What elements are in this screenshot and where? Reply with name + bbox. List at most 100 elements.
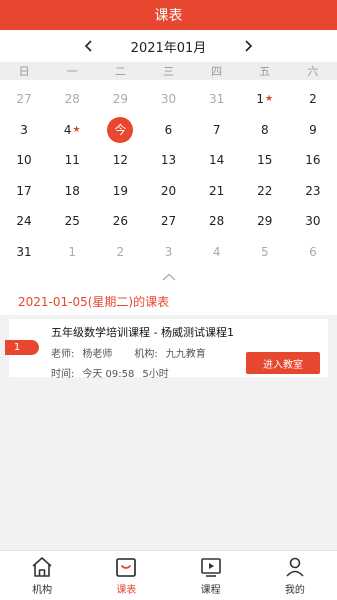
weekday-label: 三 — [162, 65, 174, 78]
has-course-star-icon: ★ — [265, 94, 274, 105]
bottom-tab-bar: 机构 课表 课程 我的 — [0, 550, 337, 600]
calendar-day[interactable]: 13 — [144, 145, 192, 176]
calendar-day[interactable]: 19 — [96, 176, 144, 207]
enter-classroom-button[interactable]: 进入教室 — [246, 352, 320, 374]
calendar-day-number: 16 — [305, 153, 321, 168]
calendar-day-number: 20 — [160, 183, 177, 198]
calendar-day-number: 6 — [164, 122, 173, 137]
calendar-day-number: 18 — [64, 183, 80, 198]
calendar-day[interactable]: 23 — [289, 176, 337, 207]
prev-month-button[interactable] — [77, 34, 101, 58]
calendar-day-number: 31 — [208, 92, 225, 107]
calendar-day-number: 29 — [112, 92, 128, 107]
calendar-day[interactable]: 15 — [241, 145, 289, 176]
calendar-day[interactable]: 9 — [289, 115, 337, 146]
calendar-day[interactable]: 22 — [241, 176, 289, 207]
calendar-day[interactable]: 3 — [144, 237, 192, 268]
next-month-button[interactable] — [236, 34, 260, 58]
user-icon — [286, 557, 304, 577]
chevron-up-icon — [162, 273, 175, 281]
calendar-day[interactable]: 1 — [48, 237, 96, 268]
weekday-label: 日 — [18, 65, 30, 78]
page-title: 课表 — [154, 8, 183, 24]
tab-label: 课表 — [116, 585, 137, 596]
calendar-day[interactable]: 31 — [193, 84, 241, 115]
calendar-day[interactable]: 4 ★ — [48, 115, 96, 146]
calendar-day-number: 26 — [112, 214, 128, 229]
calendar-icon — [116, 558, 137, 577]
calendar-day-number: 27 — [160, 214, 177, 229]
calendar-day[interactable]: 12 — [96, 145, 144, 176]
calendar-day[interactable]: 6 — [289, 237, 337, 268]
calendar-day-number: 27 — [16, 92, 32, 107]
calendar-day-number: 31 — [16, 244, 32, 259]
calendar-day[interactable]: 18 — [48, 176, 96, 207]
calendar-day[interactable]: 6 — [144, 115, 192, 146]
calendar-day-number: 19 — [112, 183, 128, 198]
tab-courses[interactable]: 课程 — [169, 551, 253, 600]
home-icon — [32, 557, 52, 577]
course-index-badge: 1 — [5, 340, 39, 355]
calendar-day[interactable]: 20 — [144, 176, 192, 207]
tab-label: 机构 — [32, 585, 53, 596]
calendar-day[interactable]: 2 — [96, 237, 144, 268]
calendar-day-number: 23 — [305, 183, 321, 198]
calendar-day-number: 1 — [256, 92, 265, 107]
calendar-day-number: 21 — [208, 183, 225, 198]
org-name: 九九教育 — [165, 349, 206, 360]
weekday-label: 六 — [307, 65, 319, 78]
calendar-day[interactable]: 26 — [96, 206, 144, 237]
calendar-day[interactable]: 25 — [48, 206, 96, 237]
course-title: 五年级数学培训课程 - 杨威测试课程1 — [51, 326, 234, 339]
calendar-day[interactable]: 17 — [0, 176, 48, 207]
course-card[interactable]: 1 五年级数学培训课程 - 杨威测试课程1 老师: 杨老师 机构: 九九教育 时间:… — [5, 319, 328, 380]
calendar-day[interactable]: 28 — [48, 84, 96, 115]
course-index: 1 — [13, 342, 21, 353]
calendar-day[interactable]: 8 — [241, 115, 289, 146]
calendar-day[interactable]: 29 — [96, 84, 144, 115]
teacher-label: 老师: — [51, 349, 75, 360]
calendar-day[interactable]: 30 — [144, 84, 192, 115]
calendar-day-number: 13 — [160, 153, 177, 168]
weekday-header: 日 一 二 三 四 五 六 — [0, 62, 337, 80]
calendar-day-number: 15 — [257, 153, 273, 168]
calendar-day-number: 3 — [20, 122, 28, 137]
calendar-day[interactable]: 4 — [193, 237, 241, 268]
tab-label: 我的 — [284, 585, 305, 596]
calendar-day-number: 28 — [64, 92, 80, 107]
calendar-day[interactable]: 29 — [241, 206, 289, 237]
calendar-day[interactable]: 7 — [193, 115, 241, 146]
calendar-day[interactable]: 24 — [0, 206, 48, 237]
weekday-label: 四 — [211, 65, 223, 78]
calendar-day[interactable]: 5 — [241, 237, 289, 268]
weekday-label: 一 — [66, 65, 78, 78]
has-course-star-icon: ★ — [72, 124, 81, 135]
calendar-day[interactable]: 21 — [193, 176, 241, 207]
calendar-day[interactable]: 11 — [48, 145, 96, 176]
calendar-day[interactable]: 27 — [0, 84, 48, 115]
tab-mine[interactable]: 我的 — [253, 551, 337, 600]
calendar-day[interactable]: 16 — [289, 145, 337, 176]
calendar-day-number: 17 — [16, 183, 32, 198]
calendar-day[interactable]: 27 — [144, 206, 192, 237]
tab-schedule[interactable]: 课表 — [84, 551, 168, 600]
calendar-day[interactable]: 3 — [0, 115, 48, 146]
calendar-day[interactable]: 30 — [289, 206, 337, 237]
calendar-day[interactable]: 1 ★ — [241, 84, 289, 115]
chevron-left-icon — [84, 40, 92, 52]
tab-institution[interactable]: 机构 — [0, 551, 84, 600]
calendar-day[interactable]: 31 — [0, 237, 48, 268]
org-label: 机构: — [134, 349, 158, 360]
calendar-day-number: 14 — [208, 153, 225, 168]
calendar-day[interactable]: 10 — [0, 145, 48, 176]
calendar-day-number: 4 — [212, 244, 221, 259]
calendar-day-number: 2 — [116, 244, 125, 259]
calendar-day[interactable]: 今 — [96, 115, 144, 146]
calendar-day[interactable]: 14 — [193, 145, 241, 176]
collapse-calendar-button[interactable] — [0, 267, 337, 287]
calendar-day-number: 9 — [309, 122, 317, 137]
calendar-day[interactable]: 2 — [289, 84, 337, 115]
calendar-day[interactable]: 28 — [193, 206, 241, 237]
tab-label: 课程 — [200, 585, 221, 596]
month-navigator: 2021年01月 — [0, 30, 337, 62]
